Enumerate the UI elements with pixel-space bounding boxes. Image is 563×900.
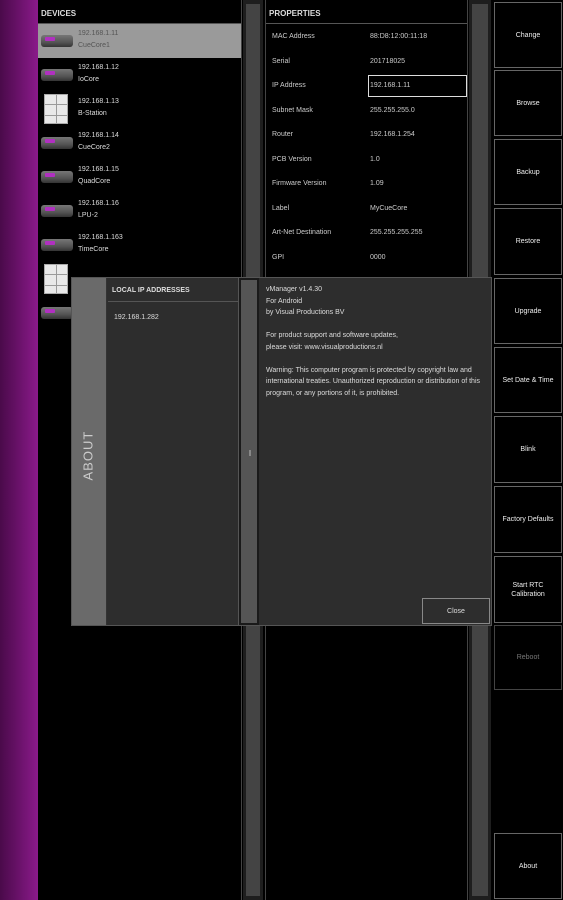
property-value: 192.168.1.254: [370, 131, 415, 138]
upgrade-button[interactable]: Upgrade: [494, 278, 562, 344]
device-list-item[interactable]: 192.168.1.11 CueCore1: [38, 24, 241, 58]
property-value: 255.255.255.255: [370, 229, 423, 236]
property-row: GPI 0000: [266, 245, 467, 270]
device-name: TimeCore: [78, 246, 109, 253]
quadcore-device-icon: [41, 171, 73, 183]
local-ip-header: LOCAL IP ADDRESSES: [108, 278, 238, 302]
device-ip: 192.168.1.12: [78, 64, 119, 71]
cuecore-device-icon: [41, 137, 73, 149]
property-value: 1.09: [370, 180, 384, 187]
cuecore-device-icon: [41, 35, 73, 47]
action-button-column: Change Browse Backup Restore Upgrade Set Date…: [492, 0, 563, 900]
property-key: Art-Net Destination: [272, 229, 332, 236]
left-accent-gradient: [0, 0, 38, 900]
device-list-item[interactable]: 192.168.1.14 CueCore2: [38, 126, 241, 160]
scroll-grip-icon: [249, 450, 251, 456]
device-ip: 192.168.1.11: [78, 30, 119, 37]
about-tab[interactable]: ABOUT: [72, 278, 107, 625]
reboot-button[interactable]: Reboot: [494, 625, 562, 690]
device-name: IoCore: [78, 76, 100, 83]
property-value: 0000: [370, 253, 386, 261]
bstation-device-icon: [44, 94, 68, 124]
property-row: Router 192.168.1.254: [266, 122, 467, 147]
start-rtc-calibration-button[interactable]: Start RTC Calibration: [494, 556, 562, 623]
iocore-device-icon: [41, 69, 73, 81]
lpu-device-icon: [41, 205, 73, 217]
property-key: PCB Version: [272, 155, 312, 163]
change-button[interactable]: Change: [494, 2, 562, 68]
backup-button[interactable]: Backup: [494, 139, 562, 205]
property-value: 255.255.255.0: [370, 106, 415, 114]
about-tab-label: ABOUT: [80, 430, 96, 481]
property-value: MyCueCore: [370, 204, 408, 212]
local-ip-scroll-thumb[interactable]: [241, 280, 257, 623]
device-name: LPU-2: [78, 212, 98, 219]
property-row: MAC Address 88:D8:12:00:11:18: [266, 24, 467, 49]
app-version: vManager v1.4.30: [266, 286, 323, 293]
about-text: vManager v1.4.30 For Android by Visual P…: [266, 284, 486, 411]
device-list-item[interactable]: 192.168.1.163 TimeCore: [38, 228, 241, 262]
close-button[interactable]: Close: [422, 598, 490, 624]
property-row: Label MyCueCore: [266, 196, 467, 221]
device-ip: 192.168.1.16: [78, 200, 119, 207]
property-key: Serial: [272, 57, 290, 65]
property-key: MAC Address: [272, 33, 315, 40]
app-platform: For Android: [266, 297, 303, 305]
property-value[interactable]: 192.168.1.11: [370, 82, 410, 89]
support-line-2: please visit: www.visualproductions.nl: [266, 343, 383, 351]
device-name: CueCore2: [78, 144, 110, 151]
device-name: B-Station: [78, 110, 107, 117]
properties-header: PROPERTIES: [266, 0, 467, 24]
restore-button[interactable]: Restore: [494, 208, 562, 275]
timecore-device-icon: [41, 239, 73, 251]
set-date-time-button[interactable]: Set Date & Time: [494, 347, 562, 413]
property-row[interactable]: IP Address 192.168.1.11: [266, 73, 467, 98]
device-ip: 192.168.1.14: [78, 132, 119, 139]
about-dialog: ABOUT LOCAL IP ADDRESSES 192.168.1.282 v…: [71, 277, 492, 626]
device-ip: 192.168.1.15: [78, 166, 119, 173]
property-key: IP Address: [272, 82, 306, 89]
browse-button[interactable]: Browse: [494, 70, 562, 136]
local-ip-panel: LOCAL IP ADDRESSES 192.168.1.282: [108, 278, 239, 625]
blink-button[interactable]: Blink: [494, 416, 562, 483]
app-company: by Visual Productions BV: [266, 309, 345, 316]
factory-defaults-button[interactable]: Factory Defaults: [494, 486, 562, 553]
property-key: Router: [272, 131, 294, 138]
device-ip: 192.168.1.13: [78, 98, 119, 105]
property-value: 1.0: [370, 155, 380, 163]
devices-header: DEVICES: [38, 0, 241, 24]
property-row: PCB Version 1.0: [266, 147, 467, 172]
station-device-icon: [44, 264, 68, 294]
property-row: Serial 201718025: [266, 49, 467, 74]
property-key: GPI: [272, 253, 285, 261]
device-ip: 192.168.1.163: [78, 234, 123, 241]
properties-list: MAC Address 88:D8:12:00:11:18 Serial 201718…: [266, 24, 467, 269]
copyright-warning: Warning: This computer program is protec…: [266, 366, 481, 397]
local-ip-scrollbar[interactable]: [239, 278, 259, 625]
property-key: Subnet Mask: [272, 106, 313, 114]
local-ip-item: 192.168.1.282: [114, 314, 159, 321]
device-list-item[interactable]: 192.168.1.16 LPU-2: [38, 194, 241, 228]
property-value: 88:D8:12:00:11:18: [370, 33, 428, 40]
property-row: Subnet Mask 255.255.255.0: [266, 98, 467, 123]
support-line-1: For product support and software updates…: [266, 332, 398, 339]
about-button[interactable]: About: [494, 833, 562, 899]
device-list-item[interactable]: 192.168.1.12 IoCore: [38, 58, 241, 92]
device-name: CueCore1: [78, 42, 110, 49]
property-value: 201718025: [370, 57, 406, 65]
device-list-item[interactable]: 192.168.1.13 B-Station: [38, 92, 241, 126]
property-key: Firmware Version: [272, 180, 327, 187]
property-key: Label: [272, 204, 290, 212]
property-row: Art-Net Destination 255.255.255.255: [266, 220, 467, 245]
device-list-item[interactable]: 192.168.1.15 QuadCore: [38, 160, 241, 194]
core-device-icon: [41, 307, 73, 319]
property-row: Firmware Version 1.09: [266, 171, 467, 196]
device-name: QuadCore: [78, 178, 111, 185]
